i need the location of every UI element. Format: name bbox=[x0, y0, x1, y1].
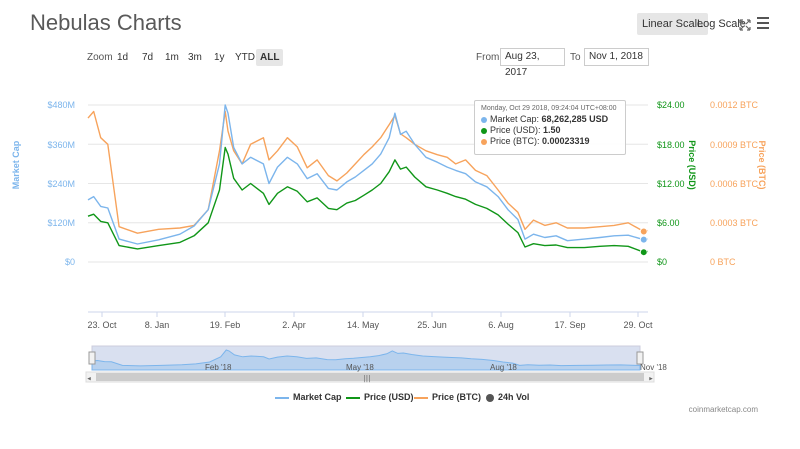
navigator-label: May '18 bbox=[346, 363, 374, 372]
price-usd-hover-point bbox=[639, 248, 648, 257]
price-usd-swatch-icon bbox=[346, 396, 360, 399]
x-tick-label: 6. Aug bbox=[488, 320, 514, 330]
chart-tooltip: Monday, Oct 29 2018, 09:24:04 UTC+08:00 … bbox=[474, 100, 626, 155]
scrollbar-grip-icon[interactable]: ||| bbox=[363, 375, 370, 383]
scroll-right-arrow-icon[interactable]: ▸ bbox=[649, 375, 653, 383]
x-tick-label: 2. Apr bbox=[282, 320, 306, 330]
tooltip-market-cap: Market Cap: 68,262,285 USD bbox=[481, 114, 619, 125]
navigator-left-handle[interactable] bbox=[88, 351, 96, 365]
legend-market-cap[interactable]: Market Cap bbox=[275, 392, 342, 402]
price-btc-swatch-icon bbox=[414, 396, 428, 399]
price-btc-hover-point bbox=[639, 227, 648, 236]
x-tick-label: 14. May bbox=[346, 320, 380, 330]
scroll-left-arrow-icon[interactable]: ◂ bbox=[87, 375, 91, 383]
legend-volume[interactable]: 24h Vol bbox=[486, 392, 529, 402]
credits-link[interactable]: coinmarketcap.com bbox=[689, 405, 758, 414]
x-tick-label: 25. Jun bbox=[417, 320, 447, 330]
x-tick-label: 19. Feb bbox=[209, 320, 241, 330]
price-usd-dot-icon bbox=[481, 127, 487, 134]
tooltip-time: Monday, Oct 29 2018, 09:24:04 UTC+08:00 bbox=[481, 105, 617, 112]
price-btc-dot-icon bbox=[481, 138, 487, 145]
volume-dot-icon bbox=[486, 393, 494, 402]
legend-price-btc[interactable]: Price (BTC) bbox=[414, 392, 481, 402]
navigator-label: Aug '18 bbox=[490, 363, 517, 372]
navigator-label: Feb '18 bbox=[205, 363, 232, 372]
market-cap-hover-point bbox=[639, 235, 648, 244]
x-tick-label: 23. Oct bbox=[87, 320, 117, 330]
legend-price-usd[interactable]: Price (USD) bbox=[346, 392, 414, 402]
navigator-label: Nov '18 bbox=[640, 363, 667, 372]
market-cap-dot-icon bbox=[481, 116, 487, 123]
x-tick-label: 8. Jan bbox=[144, 320, 170, 330]
x-tick-label: 29. Oct bbox=[623, 320, 653, 330]
price-chart[interactable]: ◂ ▸ ||| bbox=[0, 0, 800, 449]
tooltip-price-btc: Price (BTC): 0.00023319 bbox=[481, 136, 619, 147]
x-tick-label: 17. Sep bbox=[554, 320, 586, 330]
market-cap-swatch-icon bbox=[275, 396, 289, 399]
tooltip-price-usd: Price (USD): 1.50 bbox=[481, 125, 619, 136]
